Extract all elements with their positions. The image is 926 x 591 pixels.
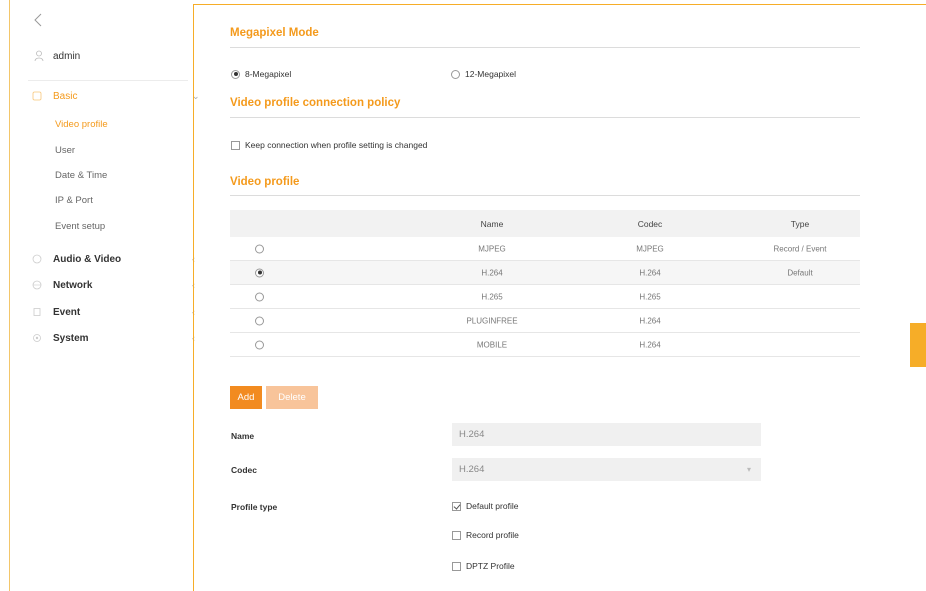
name-label: Name <box>231 431 255 441</box>
name-field[interactable]: H.264 <box>452 423 761 446</box>
basic-icon <box>32 91 42 101</box>
sidebar-item-event-setup[interactable]: Event setup <box>55 221 105 232</box>
user-icon <box>34 50 44 62</box>
checkbox-label: Record profile <box>466 530 519 540</box>
sidebar-group-label: Audio & Video <box>53 253 122 265</box>
event-icon <box>32 307 42 317</box>
row-name: MOBILE <box>476 340 508 349</box>
radio-empty-icon <box>451 69 460 79</box>
row-name: H.264 <box>481 268 503 277</box>
codec-label: Codec <box>231 465 257 475</box>
system-icon <box>32 333 42 343</box>
default-profile-checkbox[interactable]: Default profile <box>452 501 518 511</box>
video-profile-table: Name Codec Type MJPEG MJPEG Record / Eve… <box>230 210 860 357</box>
row-radio[interactable] <box>255 292 264 301</box>
row-codec: H.264 <box>639 340 661 349</box>
row-radio[interactable] <box>255 340 264 349</box>
row-codec: MJPEG <box>636 244 664 253</box>
radio-12-megapixel[interactable]: 12-Megapixel <box>451 69 516 79</box>
section-divider <box>230 195 860 196</box>
row-type: Record / Event <box>773 244 827 253</box>
section-title-megapixel: Megapixel Mode <box>230 27 319 39</box>
checkbox-checked-icon <box>452 501 461 511</box>
sidebar-group-audio-video[interactable]: Audio & Video ‹ <box>32 251 202 267</box>
dptz-profile-checkbox[interactable]: DPTZ Profile <box>452 561 515 571</box>
row-name: PLUGINFREE <box>466 316 518 325</box>
checkbox-label: Keep connection when profile setting is … <box>245 140 428 150</box>
side-panel-tab[interactable] <box>910 323 926 367</box>
row-radio[interactable] <box>255 244 264 253</box>
sidebar-group-network[interactable]: Network ‹ <box>32 277 202 293</box>
row-type: Default <box>787 268 813 277</box>
row-name: H.265 <box>481 292 503 301</box>
sidebar-group-label: Network <box>53 279 93 291</box>
row-codec: H.265 <box>639 292 661 301</box>
profile-type-label: Profile type <box>231 502 278 512</box>
chevron-down-icon: ▾ <box>746 465 751 474</box>
main-panel: Megapixel Mode 8-Megapixel 12-Megapixel … <box>194 5 926 591</box>
row-radio[interactable] <box>255 316 264 325</box>
table-header: Name Codec Type <box>230 210 860 237</box>
sidebar-group-basic[interactable]: Basic ⌄ <box>32 88 202 104</box>
checkbox-icon <box>452 561 461 571</box>
sidebar: admin Basic ⌄ Video profile User Date & … <box>10 0 200 591</box>
sidebar-item-date-time[interactable]: Date & Time <box>55 170 107 181</box>
add-button[interactable]: Add <box>230 386 262 409</box>
table-row[interactable]: PLUGINFREE H.264 <box>230 309 860 333</box>
delete-button[interactable]: Delete <box>266 386 318 409</box>
checkbox-icon <box>231 140 240 150</box>
section-title-video-profile: Video profile <box>230 176 300 188</box>
section-divider <box>230 47 860 48</box>
sidebar-item-user[interactable]: User <box>55 145 75 156</box>
column-header-codec: Codec <box>637 218 663 229</box>
table-row[interactable]: H.265 H.265 <box>230 285 860 309</box>
codec-select-value: H.264 <box>459 464 485 475</box>
network-icon <box>32 280 42 290</box>
radio-label: 8-Megapixel <box>245 69 292 79</box>
sidebar-divider <box>28 80 188 81</box>
record-profile-checkbox[interactable]: Record profile <box>452 530 519 540</box>
checkbox-label: DPTZ Profile <box>466 561 515 571</box>
sidebar-group-label: Basic <box>53 90 78 102</box>
sidebar-group-label: System <box>53 332 89 344</box>
audio-video-icon <box>32 254 42 264</box>
user-info: admin <box>34 48 80 64</box>
row-codec: H.264 <box>639 268 661 277</box>
chevron-left-icon[interactable] <box>32 12 46 28</box>
checkbox-icon <box>452 530 461 540</box>
section-divider <box>230 117 860 118</box>
sidebar-item-video-profile[interactable]: Video profile <box>55 119 108 130</box>
column-header-type: Type <box>790 218 810 229</box>
table-row[interactable]: MJPEG MJPEG Record / Event <box>230 237 860 261</box>
section-title-policy: Video profile connection policy <box>230 97 401 109</box>
radio-label: 12-Megapixel <box>465 69 517 79</box>
table-row[interactable]: H.264 H.264 Default <box>230 261 860 285</box>
sidebar-group-system[interactable]: System ‹ <box>32 330 202 346</box>
keep-connection-checkbox[interactable]: Keep connection when profile setting is … <box>231 140 427 150</box>
checkbox-label: Default profile <box>466 501 519 511</box>
sidebar-group-event[interactable]: Event ‹ <box>32 304 202 320</box>
radio-selected-icon <box>231 69 240 79</box>
sidebar-group-label: Event <box>53 306 81 318</box>
sidebar-item-ip-port[interactable]: IP & Port <box>55 195 93 206</box>
user-name: admin <box>53 50 81 62</box>
codec-select[interactable]: H.264 ▾ <box>452 458 761 481</box>
radio-8-megapixel[interactable]: 8-Megapixel <box>231 69 291 79</box>
row-name: MJPEG <box>478 244 506 253</box>
row-codec: H.264 <box>639 316 661 325</box>
table-row[interactable]: MOBILE H.264 <box>230 333 860 357</box>
column-header-name: Name <box>480 218 504 229</box>
row-radio[interactable] <box>255 268 264 277</box>
